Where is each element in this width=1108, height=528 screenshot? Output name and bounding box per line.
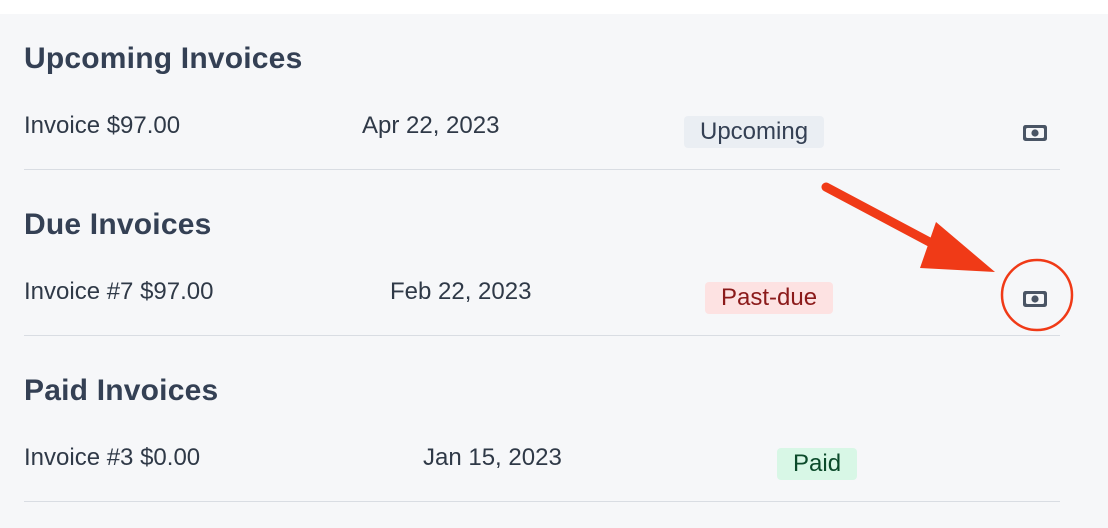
invoice-row: Invoice #3 $0.00 Jan 15, 2023 Paid [24,444,1060,484]
invoice-name: Invoice $97.00 [24,112,181,139]
status-badge: Paid [777,448,858,480]
divider [24,335,1060,336]
pay-cash-icon[interactable] [1022,290,1048,308]
invoices-panel: Upcoming Invoices Invoice $97.00 Apr 22,… [0,14,1108,528]
pay-cash-icon[interactable] [1022,124,1048,142]
invoice-date: Feb 22, 2023 [390,278,532,305]
invoice-row: Invoice #7 $97.00 Feb 22, 2023 Past-due [24,278,1060,318]
invoice-name: Invoice #7 $97.00 [24,278,214,305]
divider [24,169,1060,170]
section-title-due: Due Invoices [24,208,212,241]
divider [24,501,1060,502]
status-badge: Past-due [705,282,834,314]
invoice-row: Invoice $97.00 Apr 22, 2023 Upcoming [24,112,1060,152]
section-title-paid: Paid Invoices [24,374,219,407]
invoice-date: Apr 22, 2023 [362,112,500,139]
section-title-upcoming: Upcoming Invoices [24,42,303,75]
invoice-name: Invoice #3 $0.00 [24,444,201,471]
status-badge: Upcoming [684,116,825,148]
invoice-date: Jan 15, 2023 [423,444,562,471]
